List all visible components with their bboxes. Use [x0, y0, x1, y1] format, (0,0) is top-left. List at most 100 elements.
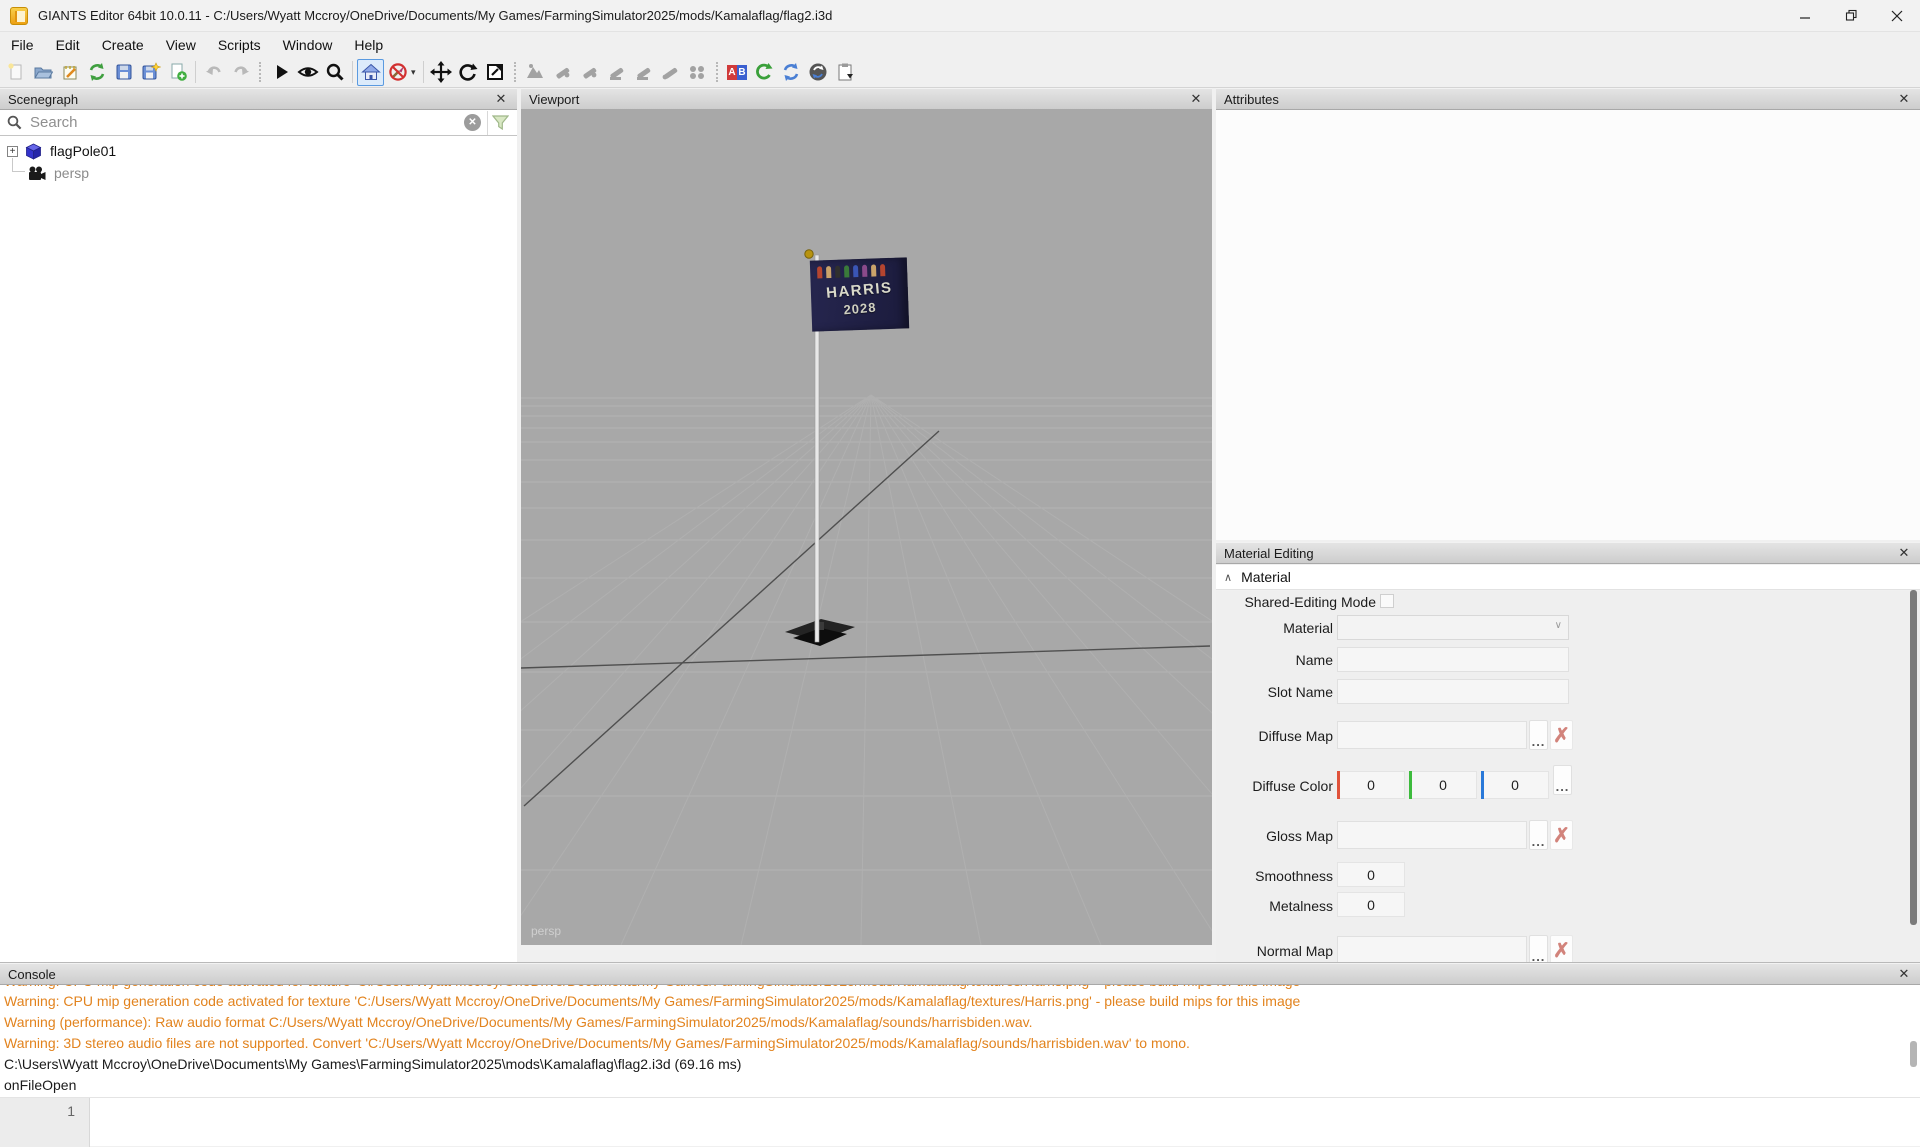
material-dropdown[interactable]: ∨ — [1337, 615, 1569, 640]
diffuse-color-g-value: 0 — [1439, 777, 1447, 793]
shared-editing-mode-checkbox[interactable] — [1380, 594, 1394, 608]
diffuse-map-label: Diffuse Map — [1216, 728, 1333, 744]
sync-dark-icon[interactable] — [805, 59, 832, 86]
menu-edit[interactable]: Edit — [45, 34, 91, 56]
visibility-eye-icon[interactable] — [294, 59, 321, 86]
viewport-3d-canvas[interactable]: HARRIS 2028 persp — [521, 110, 1212, 945]
normal-map-clear-button[interactable]: ✗ — [1550, 935, 1573, 962]
diffuse-color-r-value: 0 — [1367, 777, 1375, 793]
collapse-chevron-icon[interactable]: ∧ — [1224, 571, 1232, 584]
terrain-flatten-icon[interactable] — [603, 59, 630, 86]
diffuse-color-b-input[interactable]: 0 — [1481, 771, 1549, 799]
camera-icon — [27, 166, 46, 181]
tree-item-flagpole[interactable]: + flagPole01 — [0, 140, 517, 162]
paint-disabled-icon[interactable] — [384, 59, 411, 86]
tree-item-persp[interactable]: persp — [0, 162, 517, 184]
viewport-close-icon[interactable]: ✕ — [1188, 91, 1204, 107]
gloss-map-browse-button[interactable]: ... — [1529, 820, 1548, 850]
metalness-input[interactable]: 0 — [1337, 892, 1405, 917]
menu-file[interactable]: File — [0, 34, 45, 56]
menu-create[interactable]: Create — [91, 34, 155, 56]
console-scrollbar-thumb[interactable] — [1910, 1041, 1917, 1067]
scenegraph-close-icon[interactable]: ✕ — [493, 91, 509, 107]
menu-view[interactable]: View — [155, 34, 207, 56]
refresh-icon[interactable] — [751, 59, 778, 86]
frame-home-icon[interactable] — [357, 59, 384, 86]
material-editing-title: Material Editing — [1224, 546, 1314, 561]
scenegraph-header: Scenegraph ✕ — [0, 88, 517, 110]
gloss-map-input[interactable] — [1337, 821, 1527, 849]
save-as-icon[interactable] — [137, 59, 164, 86]
search-clear-icon[interactable]: ✕ — [464, 114, 481, 131]
diffuse-map-clear-button[interactable]: ✗ — [1550, 720, 1573, 750]
terrain-paint-icon[interactable] — [630, 59, 657, 86]
title-bar: GIANTS Editor 64bit 10.0.11 - C:/Users/W… — [0, 0, 1920, 32]
rotate-icon[interactable] — [455, 59, 482, 86]
sync-blue-icon[interactable] — [778, 59, 805, 86]
minimize-button[interactable] — [1782, 0, 1828, 32]
material-scrollbar-thumb[interactable] — [1910, 590, 1917, 925]
zoom-icon[interactable] — [321, 59, 348, 86]
blue-channel-bar — [1481, 771, 1484, 799]
diffuse-map-input[interactable] — [1337, 721, 1527, 749]
menu-window[interactable]: Window — [272, 34, 344, 56]
expand-plus-icon[interactable]: + — [7, 146, 18, 157]
script-input-area[interactable]: 1 — [0, 1097, 1920, 1146]
diffuse-color-picker-button[interactable]: ... — [1553, 765, 1572, 795]
console-log: Warning: CPU mip generation code activat… — [0, 985, 1920, 1097]
filter-funnel-icon[interactable] — [487, 111, 513, 135]
terrain-slope-icon[interactable] — [576, 59, 603, 86]
smoothness-value: 0 — [1367, 867, 1375, 883]
scenegraph-search-row: ✕ — [0, 110, 517, 136]
open-file-icon[interactable] — [29, 59, 56, 86]
play-icon[interactable] — [267, 59, 294, 86]
transform-cube-icon — [25, 143, 42, 160]
terrain-sculpt-icon[interactable] — [522, 59, 549, 86]
export-clipboard-icon[interactable] — [832, 59, 859, 86]
reload-file-icon[interactable] — [83, 59, 110, 86]
normal-map-label: Normal Map — [1216, 943, 1333, 959]
undo-icon[interactable] — [200, 59, 227, 86]
console-line-warning-1: Warning: CPU mip generation code activat… — [0, 991, 1920, 1012]
diffuse-color-r-input[interactable]: 0 — [1337, 771, 1405, 799]
terrain-foliage-icon[interactable] — [657, 59, 684, 86]
close-button[interactable] — [1874, 0, 1920, 32]
name-input[interactable] — [1337, 647, 1569, 672]
grid-and-pole — [521, 110, 1212, 945]
slot-name-input[interactable] — [1337, 679, 1569, 704]
attributes-body — [1216, 110, 1920, 540]
tree-label-persp[interactable]: persp — [54, 165, 89, 181]
shared-editing-mode-label: Shared-Editing Mode — [1216, 594, 1376, 610]
menu-scripts[interactable]: Scripts — [207, 34, 272, 56]
edit-file-icon[interactable] — [56, 59, 83, 86]
gloss-map-label: Gloss Map — [1216, 828, 1333, 844]
app-logo-icon — [10, 7, 28, 25]
console-close-icon[interactable]: ✕ — [1896, 966, 1912, 982]
gloss-map-clear-button[interactable]: ✗ — [1550, 820, 1573, 850]
terrain-info-icon[interactable] — [684, 59, 711, 86]
restore-button[interactable] — [1828, 0, 1874, 32]
material-section-bar[interactable]: ∧ Material — [1216, 565, 1920, 590]
normal-map-input[interactable] — [1337, 936, 1527, 962]
attributes-close-icon[interactable]: ✕ — [1896, 91, 1912, 107]
search-input[interactable] — [30, 114, 464, 131]
smoothness-input[interactable]: 0 — [1337, 862, 1405, 887]
translate-icon[interactable] — [428, 59, 455, 86]
attributes-title: Attributes — [1224, 92, 1279, 107]
save-icon[interactable] — [110, 59, 137, 86]
terrain-smooth-icon[interactable] — [549, 59, 576, 86]
tree-label-flagpole[interactable]: flagPole01 — [50, 143, 116, 159]
menu-help[interactable]: Help — [343, 34, 394, 56]
text-object-icon[interactable]: AB — [724, 59, 751, 86]
attributes-header: Attributes ✕ — [1216, 88, 1920, 110]
normal-map-browse-button[interactable]: ... — [1529, 935, 1548, 962]
material-editing-header: Material Editing ✕ — [1216, 542, 1920, 564]
new-file-icon[interactable] — [2, 59, 29, 86]
scale-icon[interactable] — [482, 59, 509, 86]
redo-icon[interactable] — [227, 59, 254, 86]
diffuse-color-g-input[interactable]: 0 — [1409, 771, 1477, 799]
paint-dropdown-icon[interactable]: ▾ — [411, 67, 416, 78]
diffuse-map-browse-button[interactable]: ... — [1529, 720, 1548, 750]
add-file-icon[interactable] — [164, 59, 191, 86]
material-editing-close-icon[interactable]: ✕ — [1896, 545, 1912, 561]
